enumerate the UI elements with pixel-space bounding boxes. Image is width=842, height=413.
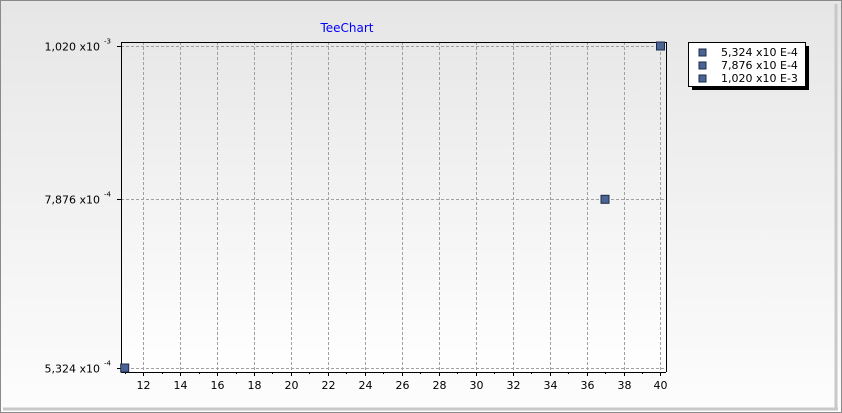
- legend-label: 1,020 x10 E-3: [721, 72, 798, 85]
- x-tick-label: 36: [581, 379, 595, 392]
- y-tick-label: 5,324 x10: [45, 363, 101, 376]
- data-point: [600, 194, 610, 204]
- x-tick-label: 26: [396, 379, 410, 392]
- y-tick-label: 1,020 x10: [45, 41, 101, 54]
- legend-marker: [698, 48, 707, 57]
- x-tick-label: 24: [359, 379, 373, 392]
- y-tick-exponent: -4: [104, 191, 112, 199]
- chart-title: TeeChart: [319, 21, 373, 35]
- legend-marker: [698, 61, 707, 70]
- y-tick-exponent: -4: [104, 360, 112, 368]
- y-tick-exponent: -3: [104, 38, 111, 46]
- x-tick-label: 38: [618, 379, 632, 392]
- x-tick-label: 22: [322, 379, 336, 392]
- legend-marker: [698, 74, 707, 83]
- x-tick-label: 20: [285, 379, 299, 392]
- chart-window: TeeChart 12 14 16 18 20 22 24 26 28 30 32 34 36 38 40 5…: [0, 0, 842, 413]
- chart-svg: TeeChart 12 14 16 18 20 22 24 26 28 30 32 34 36 38 40 5…: [0, 0, 842, 413]
- legend: 5,324 x10 E-47,876 x10 E-41,020 x10 E-3: [688, 42, 809, 90]
- legend-label: 5,324 x10 E-4: [721, 46, 798, 59]
- x-tick-label: 18: [248, 379, 262, 392]
- x-tick-label: 28: [433, 379, 447, 392]
- x-tick-label: 34: [544, 379, 558, 392]
- x-tick-label: 14: [174, 379, 188, 392]
- x-tick-label: 40: [654, 379, 668, 392]
- legend-label: 7,876 x10 E-4: [721, 59, 798, 72]
- data-point: [656, 41, 665, 51]
- x-tick-label: 30: [470, 379, 484, 392]
- x-tick-label: 16: [211, 379, 225, 392]
- x-tick-label: 32: [507, 379, 521, 392]
- data-point: [120, 363, 130, 373]
- plot-area: [121, 42, 666, 372]
- x-tick-label: 12: [137, 379, 151, 392]
- y-tick-label: 7,876 x10: [45, 194, 101, 207]
